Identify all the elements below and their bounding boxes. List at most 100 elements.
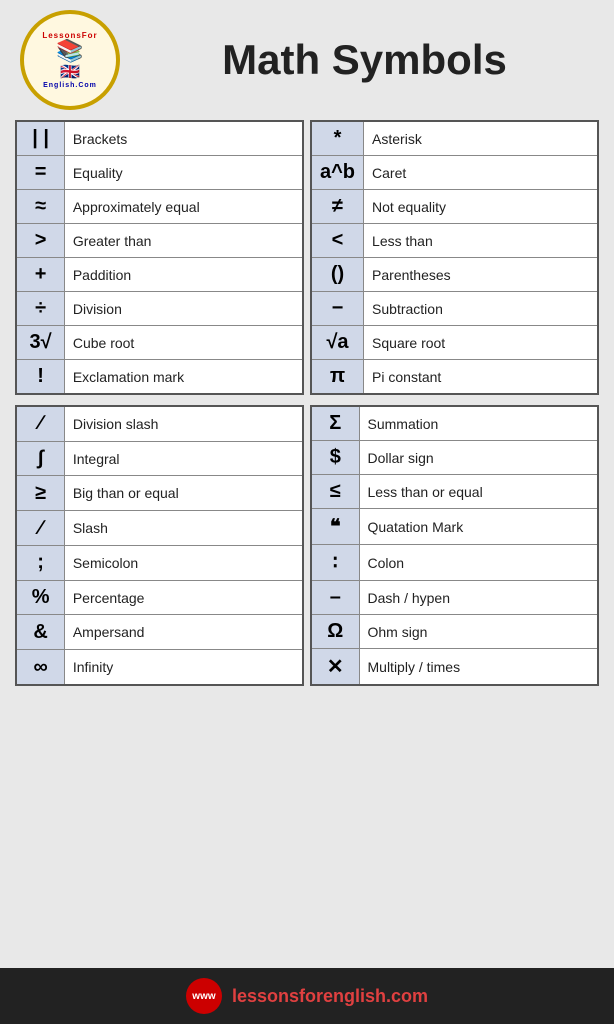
table-row: ∕Division slash: [16, 406, 303, 441]
table-row: √aSquare root: [311, 326, 598, 360]
name-cell: Dollar sign: [359, 441, 598, 475]
symbol-cell: ≈: [16, 190, 64, 224]
symbol-cell: >: [16, 224, 64, 258]
name-cell: Caret: [364, 156, 598, 190]
symbol-cell: ∫: [16, 441, 64, 476]
symbol-cell: ≤: [311, 475, 359, 509]
symbol-cell: 3√: [16, 326, 64, 360]
symbol-cell: (): [311, 258, 364, 292]
table-2-left: ∕Division slash∫Integral≥Big than or equ…: [15, 405, 304, 686]
table-row: &Ampersand: [16, 615, 303, 650]
name-cell: Percentage: [64, 580, 303, 615]
symbol-cell: ;: [16, 545, 64, 580]
symbol-cell: ✕: [311, 649, 359, 686]
symbol-cell: –: [311, 581, 359, 615]
logo-flag: 🇬🇧: [60, 62, 80, 82]
symbol-cell: Ω: [311, 615, 359, 649]
symbol-cell: Σ: [311, 406, 359, 441]
symbol-cell: +: [16, 258, 64, 292]
tables-container: | |Brackets=Equality≈Approximately equal…: [15, 120, 598, 686]
logo-books: 📚: [56, 40, 83, 62]
symbol-cell: a^b: [311, 156, 364, 190]
footer-text: lessonsforenglish.com: [232, 986, 428, 1007]
symbol-cell: ❝: [311, 509, 359, 545]
table-row: ≈Approximately equal: [16, 190, 303, 224]
name-cell: Pi constant: [364, 360, 598, 395]
symbol-cell: !: [16, 360, 64, 395]
table-row: ∞Infinity: [16, 650, 303, 685]
table-row: ∕Slash: [16, 511, 303, 546]
table-pair-2: ∕Division slash∫Integral≥Big than or equ…: [15, 405, 598, 686]
logo-inner: LessonsFor 📚 🇬🇧 English.Com: [42, 31, 97, 89]
name-cell: Ohm sign: [359, 615, 598, 649]
name-cell: Ampersand: [64, 615, 303, 650]
table-row: !Exclamation mark: [16, 360, 303, 395]
name-cell: Dash / hypen: [359, 581, 598, 615]
name-cell: Division slash: [64, 406, 303, 441]
table-pair-1: | |Brackets=Equality≈Approximately equal…: [15, 120, 598, 395]
symbol-cell: π: [311, 360, 364, 395]
name-cell: Approximately equal: [64, 190, 303, 224]
table-row: ()Parentheses: [311, 258, 598, 292]
name-cell: Not equality: [364, 190, 598, 224]
table-row: ÷Division: [16, 292, 303, 326]
symbol-cell: =: [16, 156, 64, 190]
name-cell: Less than or equal: [359, 475, 598, 509]
name-cell: Summation: [359, 406, 598, 441]
name-cell: Subtraction: [364, 292, 598, 326]
footer-text-plain: forenglish.com: [299, 986, 428, 1006]
name-cell: Division: [64, 292, 303, 326]
name-cell: Equality: [64, 156, 303, 190]
table-row: −Subtraction: [311, 292, 598, 326]
name-cell: Cube root: [64, 326, 303, 360]
table-row: ∶Colon: [311, 545, 598, 581]
table-row: ∫Integral: [16, 441, 303, 476]
name-cell: Multiply / times: [359, 649, 598, 686]
symbol-cell: | |: [16, 121, 64, 156]
symbol-cell: ≥: [16, 476, 64, 511]
table-row: =Equality: [16, 156, 303, 190]
symbol-cell: $: [311, 441, 359, 475]
name-cell: Infinity: [64, 650, 303, 685]
name-cell: Brackets: [64, 121, 303, 156]
table-row: πPi constant: [311, 360, 598, 395]
name-cell: Big than or equal: [64, 476, 303, 511]
table-row: $Dollar sign: [311, 441, 598, 475]
table-1-left: | |Brackets=Equality≈Approximately equal…: [15, 120, 304, 395]
name-cell: Colon: [359, 545, 598, 581]
symbol-cell: −: [311, 292, 364, 326]
table-row: +Paddition: [16, 258, 303, 292]
table-row: ❝Quatation Mark: [311, 509, 598, 545]
table-row: ΩOhm sign: [311, 615, 598, 649]
name-cell: Slash: [64, 511, 303, 546]
symbol-cell: ∕: [16, 406, 64, 441]
name-cell: Exclamation mark: [64, 360, 303, 395]
logo-circle: LessonsFor 📚 🇬🇧 English.Com: [20, 10, 120, 110]
name-cell: Greater than: [64, 224, 303, 258]
table-1-right: *Asteriska^bCaret≠Not equality<Less than…: [310, 120, 599, 395]
table-row: ≠Not equality: [311, 190, 598, 224]
table-row: a^bCaret: [311, 156, 598, 190]
table-row: ≤Less than or equal: [311, 475, 598, 509]
table-row: –Dash / hypen: [311, 581, 598, 615]
name-cell: Less than: [364, 224, 598, 258]
footer-logo: www: [186, 978, 222, 1014]
table-row: *Asterisk: [311, 121, 598, 156]
table-row: %Percentage: [16, 580, 303, 615]
table-row: ΣSummation: [311, 406, 598, 441]
table-row: ≥Big than or equal: [16, 476, 303, 511]
name-cell: Parentheses: [364, 258, 598, 292]
symbol-cell: ≠: [311, 190, 364, 224]
table-row: >Greater than: [16, 224, 303, 258]
table-row: 3√Cube root: [16, 326, 303, 360]
footer: www lessonsforenglish.com: [0, 968, 614, 1024]
name-cell: Square root: [364, 326, 598, 360]
table-row: ;Semicolon: [16, 545, 303, 580]
header: LessonsFor 📚 🇬🇧 English.Com Math Symbols: [0, 0, 614, 120]
name-cell: Quatation Mark: [359, 509, 598, 545]
symbol-cell: %: [16, 580, 64, 615]
name-cell: Integral: [64, 441, 303, 476]
symbol-cell: ∶: [311, 545, 359, 581]
table-row: | |Brackets: [16, 121, 303, 156]
logo-arc-bot: English.Com: [43, 82, 97, 89]
